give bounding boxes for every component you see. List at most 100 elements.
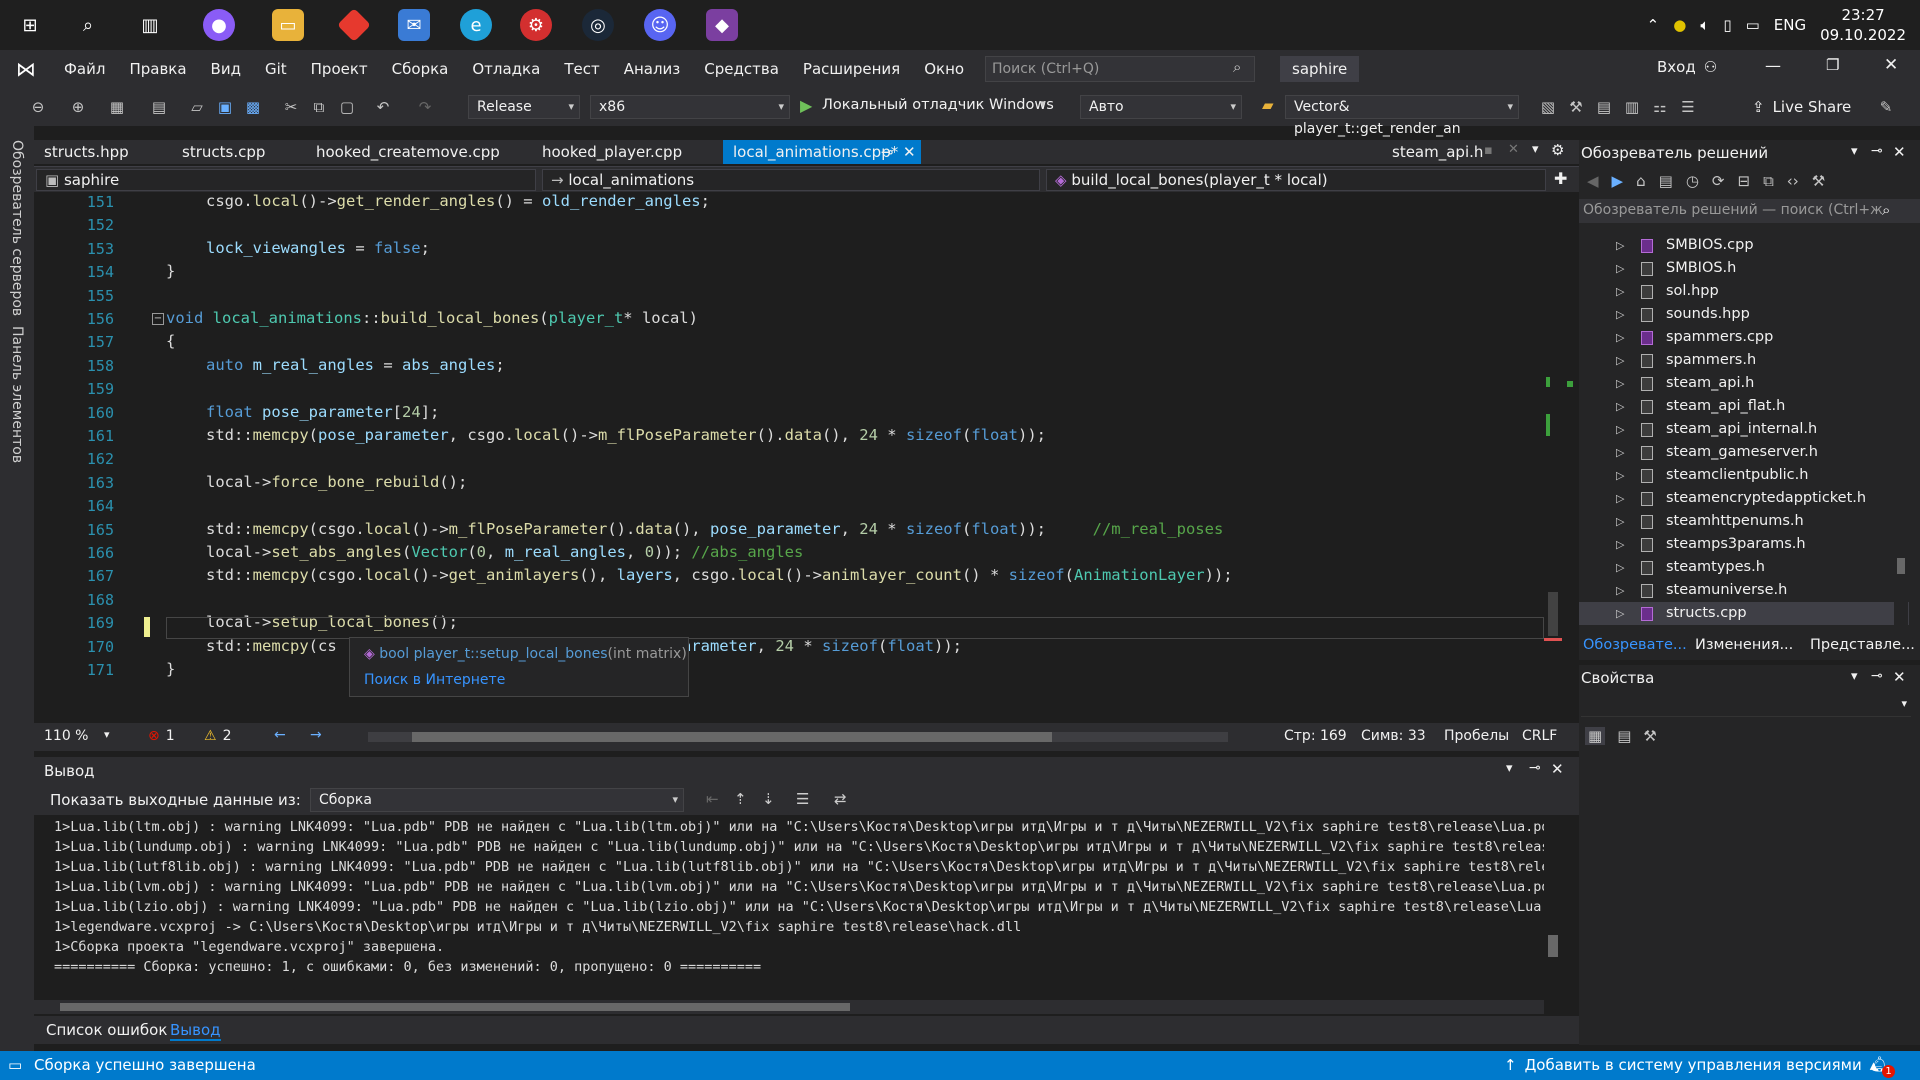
tool-icon-5[interactable]: ☰ [1677, 96, 1699, 118]
tree-item[interactable]: ▷ steamps3params.h [1579, 533, 1909, 556]
close-tab-icon[interactable]: ✕ [903, 140, 916, 164]
line-indicator[interactable]: Стр: 169 [1284, 728, 1347, 744]
tree-item[interactable]: ▷ SMBIOS.h [1579, 257, 1909, 280]
tree-item[interactable]: ▷ steamencryptedappticket.h [1579, 487, 1909, 510]
column-indicator[interactable]: Симв: 33 [1361, 728, 1426, 744]
forward-icon[interactable]: ⊕ [67, 96, 89, 118]
class-dropdown[interactable]: → local_animations [542, 169, 1040, 191]
output-horizontal-scrollbar[interactable] [34, 1000, 1544, 1014]
properties-object-dropdown[interactable]: ▾ [1581, 695, 1911, 717]
back-icon[interactable]: ⊖ [27, 96, 49, 118]
expand-arrow-icon[interactable]: ▷ [1616, 418, 1624, 441]
tree-item[interactable]: ▷ structs.cpp [1579, 602, 1909, 625]
menu-item[interactable]: Правка [117, 50, 198, 88]
server-explorer-tab[interactable]: Обозреватель серверов [9, 140, 25, 316]
minimize-button[interactable]: — [1765, 56, 1781, 75]
language-indicator[interactable]: ENG [1774, 16, 1806, 34]
tree-item[interactable]: ▷ steamclientpublic.h [1579, 464, 1909, 487]
wrench-icon[interactable]: ⚒ [1812, 172, 1825, 190]
menu-item[interactable]: Вид [199, 50, 253, 88]
expand-arrow-icon[interactable]: ▷ [1616, 510, 1624, 533]
expand-arrow-icon[interactable]: ▷ [1616, 349, 1624, 372]
tree-item[interactable]: ▷ steam_api.h [1579, 372, 1909, 395]
monitor-icon[interactable]: ▯ [1723, 16, 1731, 34]
menu-item[interactable]: Расширения [791, 50, 912, 88]
expand-arrow-icon[interactable]: ▷ [1616, 257, 1624, 280]
app-icon-red-diamond[interactable] [337, 8, 371, 42]
mail-icon[interactable]: ✉ [398, 9, 430, 41]
menu-item[interactable]: Отладка [460, 50, 552, 88]
save-icon[interactable]: ▣ [214, 96, 236, 118]
windows-start-icon[interactable]: ⊞ [14, 9, 46, 41]
pin-icon[interactable]: ⊸ [881, 140, 894, 164]
tree-item[interactable]: ▷ sounds.hpp [1579, 303, 1909, 326]
switch-view-icon[interactable]: ▤ [1659, 172, 1673, 190]
solution-configuration-dropdown[interactable]: Авто [1080, 95, 1242, 119]
tree-item[interactable]: ▷ spammers.h [1579, 349, 1909, 372]
previous-message-icon[interactable]: ⇡ [734, 790, 747, 808]
eol-indicator[interactable]: CRLF [1522, 728, 1557, 744]
collapse-all-icon[interactable]: ⊟ [1737, 172, 1750, 190]
next-issue-icon[interactable]: → [310, 727, 322, 743]
tree-item[interactable]: ▷ SMBIOS.cpp [1579, 234, 1909, 257]
scrollbar-thumb[interactable] [1897, 558, 1905, 574]
feedback-icon[interactable]: ✎ [1875, 96, 1897, 118]
start-debug-icon[interactable]: ▶ [800, 96, 812, 115]
volume-icon[interactable]: 🔈︎ [1700, 16, 1709, 34]
output-vertical-scrollbar[interactable] [1544, 817, 1562, 1002]
alphabetical-icon[interactable]: ▤ [1617, 727, 1631, 745]
warning-count[interactable]: ⚠ 2 [204, 728, 231, 744]
tab-steam-api-h[interactable]: steam_api.h [1382, 140, 1493, 164]
copy-icon[interactable]: ⧉ [308, 96, 330, 118]
chevron-up-icon[interactable]: ⌃ [1647, 16, 1660, 34]
search-online-link[interactable]: Поиск в Интернете [364, 672, 505, 688]
wrench-icon[interactable]: ⚒ [1565, 96, 1587, 118]
tab-output[interactable]: Вывод [170, 1021, 221, 1041]
project-dropdown[interactable]: ▣ saphire [36, 169, 536, 191]
tab-structs-hpp[interactable]: structs.hpp [34, 140, 139, 164]
find-message-icon[interactable]: ⇤ [706, 790, 719, 808]
shield-icon[interactable]: ● [1673, 16, 1686, 34]
cut-icon[interactable]: ✂ [280, 96, 302, 118]
add-item-icon[interactable]: ▤ [148, 96, 170, 118]
menu-item[interactable]: Проект [299, 50, 380, 88]
function-dropdown[interactable]: Vector& player_t::get_render_an [1285, 95, 1519, 137]
pin-icon[interactable]: ⊸ [1871, 143, 1883, 159]
scrollbar-thumb[interactable] [1548, 935, 1558, 957]
tab-class-view[interactable]: Представле... [1804, 637, 1919, 653]
tree-item[interactable]: ▷ steamuniverse.h [1579, 579, 1909, 602]
expand-arrow-icon[interactable]: ▷ [1616, 372, 1624, 395]
tree-item[interactable]: ▷ spammers.cpp [1579, 326, 1909, 349]
close-icon[interactable]: ✕ [1893, 668, 1906, 686]
expand-arrow-icon[interactable]: ▷ [1616, 464, 1624, 487]
debugger-button[interactable]: Локальный отладчик Windows [822, 97, 1054, 113]
new-project-icon[interactable]: ▦ [106, 96, 128, 118]
expand-arrow-icon[interactable]: ▷ [1616, 395, 1624, 418]
tab-solution-explorer[interactable]: Обозревате... [1579, 637, 1689, 653]
previous-issue-icon[interactable]: ← [274, 727, 286, 743]
editor-vertical-scrollbar[interactable] [1544, 192, 1562, 722]
search-icon[interactable]: ⌕ [1233, 58, 1241, 76]
menu-item[interactable]: Тест [552, 50, 611, 88]
menu-item[interactable]: Окно [912, 50, 976, 88]
tree-scrollbar[interactable] [1894, 234, 1908, 629]
steam-icon[interactable]: ◎ [582, 9, 614, 41]
chevron-down-icon[interactable]: ▾ [1851, 144, 1858, 159]
search-icon[interactable]: ⌕ [72, 9, 104, 41]
expand-arrow-icon[interactable]: ▷ [1616, 556, 1624, 579]
collapse-icon[interactable]: − [152, 313, 164, 325]
expand-arrow-icon[interactable]: ▷ [1616, 234, 1624, 257]
gear-icon[interactable]: ⚙ [1551, 141, 1564, 159]
menu-item[interactable]: Средства [692, 50, 791, 88]
pin-icon[interactable]: ⊸ [1871, 668, 1883, 684]
menu-item[interactable]: Файл [52, 50, 117, 88]
app-icon-red-circle[interactable]: ⚙ [520, 9, 552, 41]
word-wrap-icon[interactable]: ⇄ [834, 790, 847, 808]
maximize-button[interactable]: ❐ [1826, 56, 1839, 74]
file-explorer-icon[interactable]: ▭ [272, 9, 304, 41]
refresh-icon[interactable]: ⟳ [1712, 172, 1725, 190]
expand-arrow-icon[interactable]: ▷ [1616, 441, 1624, 464]
tab-hooked-player[interactable]: hooked_player.cpp [532, 140, 692, 164]
search-input[interactable]: Поиск (Ctrl+Q) [985, 56, 1255, 82]
expand-arrow-icon[interactable]: ▷ [1616, 303, 1624, 326]
